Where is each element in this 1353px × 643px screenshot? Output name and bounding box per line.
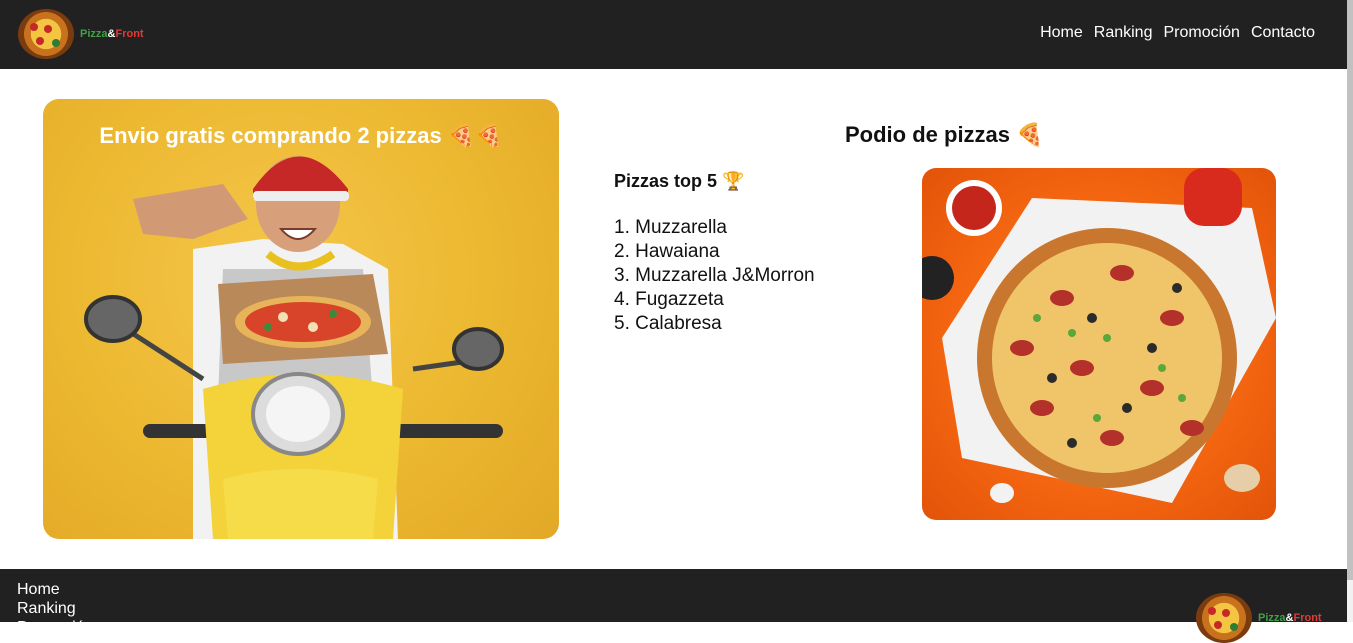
brand-name-part1: Pizza xyxy=(1258,612,1286,624)
list-item: 4. Fugazzeta xyxy=(614,289,724,310)
top-navbar: Pizza&Front Home Ranking Promoción Conta… xyxy=(0,0,1353,69)
pizza-logo-icon xyxy=(18,9,74,59)
promo-title: Envio gratis comprando 2 pizzas 🍕🍕 xyxy=(99,123,503,148)
pizza-photo xyxy=(922,168,1276,520)
brand-logo[interactable]: Pizza&Front xyxy=(18,9,144,59)
list-item: 2. Hawaiana xyxy=(614,241,720,262)
footer-home-link[interactable]: Home xyxy=(17,580,93,599)
nav-home-link[interactable]: Home xyxy=(1040,24,1083,42)
nav-ranking-link[interactable]: Ranking xyxy=(1094,24,1153,42)
nav-contact-link[interactable]: Contacto xyxy=(1251,24,1315,42)
list-item: 1. Muzzarella xyxy=(614,217,727,238)
footer-brand-name: Pizza&Front xyxy=(1258,612,1322,624)
footer-promo-link[interactable]: Promoción xyxy=(17,618,93,637)
pizza-logo-icon xyxy=(1196,593,1252,643)
pizza-image xyxy=(922,168,1276,503)
main-nav: Home Ranking Promoción Contacto xyxy=(1040,24,1315,42)
list-item: 5. Calabresa xyxy=(614,313,722,334)
list-item: 3. Muzzarella J&Morron xyxy=(614,265,815,286)
promo-card: Envio gratis comprando 2 pizzas 🍕🍕 xyxy=(43,99,559,539)
top-pizzas-list: 1. Muzzarella 2. Hawaiana 3. Muzzarella … xyxy=(614,216,815,336)
footer: Home Ranking Promoción Pizza&Front xyxy=(0,569,1347,643)
brand-name-part1: Pizza xyxy=(80,28,108,40)
footer-ranking-link[interactable]: Ranking xyxy=(17,599,93,618)
page-scrollbar[interactable] xyxy=(1347,0,1353,622)
brand-name: Pizza&Front xyxy=(80,28,144,40)
top-pizzas-title: Pizzas top 5 🏆 xyxy=(614,171,745,191)
brand-name-part3: Front xyxy=(1293,612,1322,624)
footer-brand-logo[interactable]: Pizza&Front xyxy=(1196,593,1322,643)
delivery-rider-image xyxy=(84,156,504,539)
footer-nav: Home Ranking Promoción xyxy=(17,580,93,637)
nav-promo-link[interactable]: Promoción xyxy=(1163,24,1239,42)
scrollbar-thumb[interactable] xyxy=(1347,0,1353,580)
brand-name-part3: Front xyxy=(115,28,144,40)
podium-title: Podio de pizzas 🍕 xyxy=(845,122,1044,147)
